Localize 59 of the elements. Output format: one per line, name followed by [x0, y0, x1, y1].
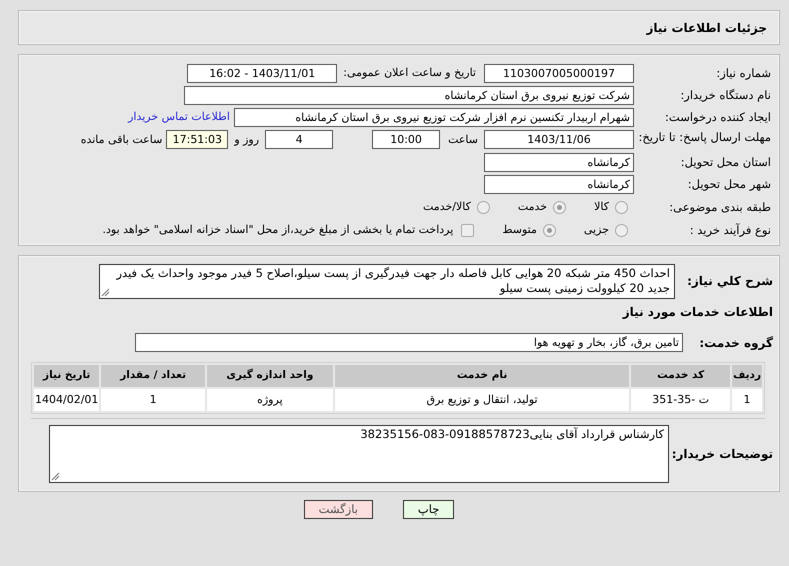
- payment-note: پرداخت تمام یا بخشی از مبلغ خرید،از محل "اسناد خزانه اسلامی" خواهد بود.: [102, 222, 454, 238]
- buyer-field: شرکت توزیع نیروی برق استان کرمانشاه: [184, 86, 634, 105]
- field-label: شهر محل تحویل:: [686, 176, 772, 193]
- days-field: 4: [265, 130, 334, 149]
- radio-button[interactable]: [615, 201, 628, 214]
- summary-textarea[interactable]: احداث 450 متر شبکه 20 هوایی کابل فاصله دار جهت فیدرگیری از پست سیلو،اصلاح 5 فیدر موجود واحداث یک فیدر جدید 20 کیلوولت زمینی پست سیلو: [99, 264, 675, 299]
- column-header: تعداد / مقدار: [101, 365, 205, 387]
- announce-date-field: 1403/11/01 - 16:02: [187, 64, 338, 83]
- field-label: شرح کلي نياز:: [686, 273, 773, 290]
- column-header: کد خدمت: [631, 365, 730, 387]
- column-header: واحد اندازه گیری: [206, 365, 333, 387]
- field-label: گروه خدمت:: [698, 334, 773, 352]
- checkbox[interactable]: [461, 224, 474, 237]
- buyer-notes-textarea[interactable]: کارشناس قرارداد آقای بنایی09188578723-083-38235156: [49, 425, 669, 483]
- back-button[interactable]: بازگشت: [304, 500, 373, 519]
- radio-label: خدمت: [518, 199, 548, 216]
- field-label: استان محل تحویل:: [680, 154, 772, 171]
- field-label: ایجاد کننده درخواست:: [664, 108, 772, 126]
- city-field: کرمانشاه: [484, 175, 634, 194]
- field-label: نوع فرآیند خرید :: [688, 222, 772, 239]
- table-cell: پروژه: [206, 389, 333, 411]
- field-label: طبقه بندی موضوعی:: [668, 198, 772, 216]
- deadline-date-field: 1403/11/06: [484, 130, 634, 149]
- field-label: شماره نیاز:: [715, 64, 772, 82]
- service-group-field: تامین برق، گاز، بخار و تهویه هوا: [135, 333, 683, 352]
- field-label: توضیحات خریدار:: [670, 446, 773, 463]
- radio-label: متوسط: [502, 222, 537, 238]
- radio-label: جزیی: [584, 222, 609, 238]
- resize-grip-icon[interactable]: [101, 288, 110, 297]
- radio-button[interactable]: [542, 224, 556, 237]
- column-header: نام خدمت: [334, 365, 630, 387]
- field-label: تاریخ و ساعت اعلان عمومی:: [343, 65, 476, 82]
- field-label: ساعت باقی مانده: [80, 132, 162, 148]
- field-label: مهلت ارسال پاسخ: تا تاریخ:: [637, 130, 772, 144]
- print-button[interactable]: چاپ: [402, 500, 454, 519]
- field-label: نام دستگاه خریدار:: [679, 86, 772, 104]
- table-cell: 1: [732, 389, 762, 411]
- table-cell: تولید، انتقال و توزیع برق: [334, 389, 630, 411]
- radio-button[interactable]: [476, 201, 490, 214]
- deadline-time-field: 10:00: [372, 130, 440, 149]
- table-cell: 1404/02/01: [34, 389, 100, 411]
- radio-button[interactable]: [615, 224, 628, 237]
- resize-grip-icon[interactable]: [51, 472, 60, 481]
- field-label: روز و: [234, 132, 260, 148]
- radio-label: کالا/خدمت: [423, 199, 471, 216]
- province-field: کرمانشاه: [484, 153, 634, 172]
- column-header: تاریخ نیاز: [34, 365, 100, 387]
- need-number-field: 1103007005000197: [484, 64, 634, 83]
- table-cell: ت -35-351: [631, 389, 730, 411]
- requester-field: شهرام اربیدار تکنسین نرم افزار شرکت توزیع نیروی برق استان کرمانشاه: [234, 108, 634, 127]
- remaining-time-field: 17:51:03: [166, 130, 228, 149]
- radio-label: کالا: [594, 199, 609, 216]
- radio-button[interactable]: [553, 201, 566, 214]
- section-title: اطلاعات خدمات مورد نیاز: [621, 304, 773, 321]
- field-label: ساعت: [448, 132, 478, 148]
- table-cell: 1: [101, 389, 205, 411]
- page-title: جزئیات اطلاعات نیاز: [18, 10, 780, 45]
- column-header: ردیف: [732, 365, 762, 387]
- buyer-contact-link[interactable]: اطلاعات تماس خریدار: [128, 109, 230, 126]
